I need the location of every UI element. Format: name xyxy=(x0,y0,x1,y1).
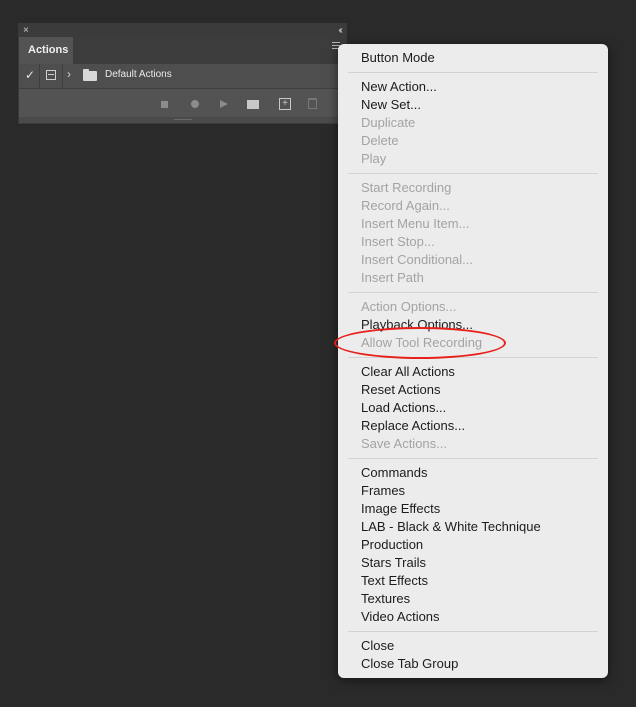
menu-item-close[interactable]: Close xyxy=(361,637,394,655)
menu-item-new-action[interactable]: New Action... xyxy=(361,78,437,96)
menu-item-frames[interactable]: Frames xyxy=(361,482,405,500)
tab-actions[interactable]: Actions xyxy=(19,37,73,64)
actions-flyout-menu: Button Mode New Action... New Set... Duplic… xyxy=(338,44,608,678)
menu-item-clear-all-actions[interactable]: Clear All Actions xyxy=(361,363,455,381)
play-icon[interactable] xyxy=(220,100,228,108)
menu-separator xyxy=(348,458,598,459)
menu-item-video-actions[interactable]: Video Actions xyxy=(361,608,440,626)
close-icon[interactable]: × xyxy=(23,24,29,37)
column-divider xyxy=(62,64,63,88)
column-divider xyxy=(39,64,40,88)
folder-icon xyxy=(83,69,97,81)
menu-item-play: Play xyxy=(361,151,387,166)
new-action-icon[interactable]: + xyxy=(279,98,291,110)
checkmark-icon[interactable]: ✓ xyxy=(25,68,35,82)
menu-item-save-actions: Save Actions... xyxy=(361,436,447,451)
menu-item-text-effects[interactable]: Text Effects xyxy=(361,572,428,590)
menu-item-insert-path: Insert Path xyxy=(361,270,424,285)
action-set-row[interactable]: ✓ › Default Actions xyxy=(19,64,346,89)
stop-icon[interactable] xyxy=(161,101,168,108)
menu-item-lab-black-white-technique[interactable]: LAB - Black & White Technique xyxy=(361,518,541,536)
menu-separator xyxy=(348,173,598,174)
actions-panel: × ‹‹ Actions ✓ › Default Actions + xyxy=(18,23,347,124)
dialog-toggle-icon[interactable] xyxy=(46,70,56,80)
collapse-icon[interactable]: ‹‹ xyxy=(338,24,342,37)
menu-item-playback-options[interactable]: Playback Options... xyxy=(361,316,473,334)
trash-icon[interactable] xyxy=(308,98,317,109)
menu-separator xyxy=(348,631,598,632)
menu-item-insert-stop: Insert Stop... xyxy=(361,234,435,249)
menu-item-duplicate: Duplicate xyxy=(361,115,416,130)
menu-item-load-actions[interactable]: Load Actions... xyxy=(361,399,446,417)
menu-item-insert-conditional: Insert Conditional... xyxy=(361,252,474,267)
menu-item-start-recording: Start Recording xyxy=(361,180,452,195)
menu-item-delete: Delete xyxy=(361,133,399,148)
menu-item-new-set[interactable]: New Set... xyxy=(361,96,421,114)
new-set-icon[interactable] xyxy=(247,100,259,109)
menu-item-action-options: Action Options... xyxy=(361,299,457,314)
chevron-right-icon[interactable]: › xyxy=(67,67,71,81)
menu-item-record-again: Record Again... xyxy=(361,198,450,213)
menu-item-image-effects[interactable]: Image Effects xyxy=(361,500,440,518)
panel-titlebar: × ‹‹ xyxy=(19,24,346,37)
menu-item-reset-actions[interactable]: Reset Actions xyxy=(361,381,441,399)
panel-tabbar: Actions xyxy=(19,37,346,64)
menu-item-replace-actions[interactable]: Replace Actions... xyxy=(361,417,465,435)
menu-item-stars-trails[interactable]: Stars Trails xyxy=(361,554,426,572)
record-icon[interactable] xyxy=(191,100,199,108)
menu-item-insert-menu-item: Insert Menu Item... xyxy=(361,216,470,231)
menu-separator xyxy=(348,292,598,293)
menu-item-button-mode[interactable]: Button Mode xyxy=(361,49,435,67)
menu-item-allow-tool-recording: Allow Tool Recording xyxy=(361,335,483,350)
panel-toolbar: + xyxy=(19,89,346,117)
menu-item-commands[interactable]: Commands xyxy=(361,464,427,482)
menu-separator xyxy=(348,72,598,73)
action-set-label: Default Actions xyxy=(105,69,172,80)
menu-item-close-tab-group[interactable]: Close Tab Group xyxy=(361,655,458,673)
menu-item-textures[interactable]: Textures xyxy=(361,590,410,608)
menu-separator xyxy=(348,357,598,358)
menu-item-production[interactable]: Production xyxy=(361,536,423,554)
resize-grip[interactable] xyxy=(19,117,346,123)
